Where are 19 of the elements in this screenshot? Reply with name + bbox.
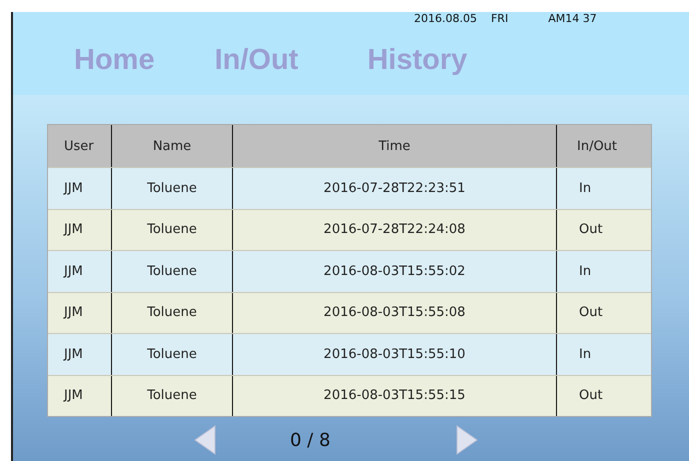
table-cell: JJM [48,376,112,416]
table-cell-text: In [578,346,592,364]
table-cell: Toluene [112,376,233,416]
clock-text: AM14 37 [548,12,597,25]
table-cell-text: In [578,180,592,198]
nav-tab[interactable]: History [367,43,468,77]
page-indicator: 0 / 8 [290,430,330,450]
nav-tab[interactable]: Home [74,43,155,77]
nav-tab[interactable]: In/Out [214,43,298,77]
table-cell-text: In [578,262,592,281]
previous-page-button[interactable] [194,425,216,455]
table-cell-text: Out [578,304,604,322]
table-cell: 2016-08-03T15:55:15 [233,376,557,416]
column-header: In/Out [576,138,618,156]
table-cell-text: Out [578,221,604,240]
date-text: 2016.08.05 [414,12,477,25]
next-page-button[interactable] [456,425,478,455]
weekday-text: FRI [490,12,508,25]
table-cell-text: Out [578,387,604,406]
